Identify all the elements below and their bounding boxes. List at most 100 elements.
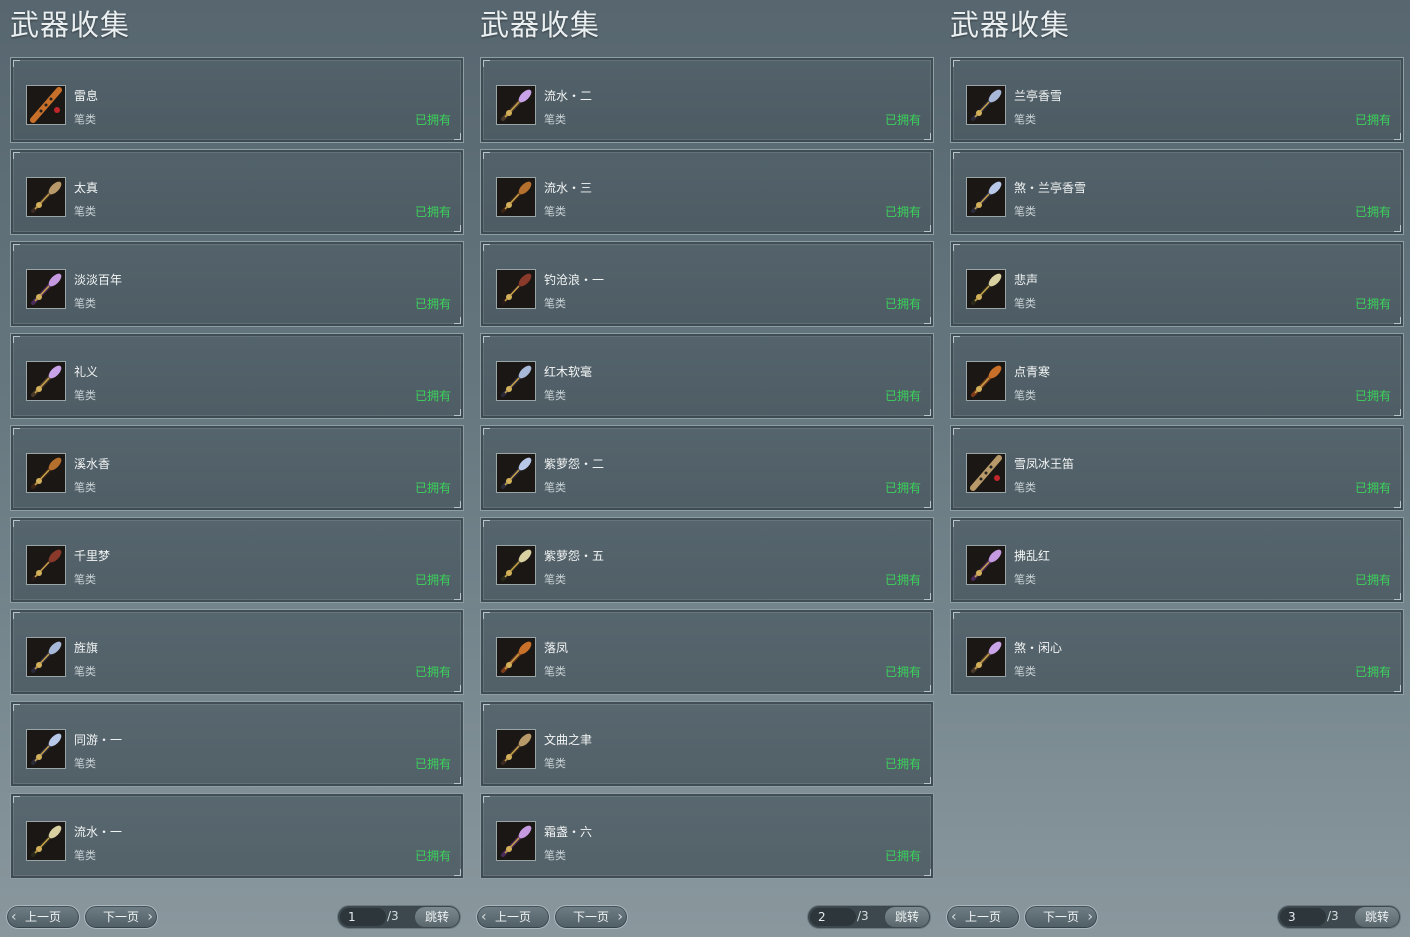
owned-status: 已拥有 bbox=[884, 297, 921, 311]
owned-status: 已拥有 bbox=[884, 481, 921, 495]
chevron-left-icon: ‹ bbox=[481, 909, 487, 925]
owned-status: 已拥有 bbox=[884, 757, 921, 771]
prev-page-button[interactable]: ‹ 上一页 bbox=[476, 905, 550, 929]
owned-status: 已拥有 bbox=[884, 113, 921, 127]
weapon-list-item[interactable]: 雷息 笔类 已拥有 bbox=[10, 57, 464, 143]
pager: ‹ 上一页 下一页 › 1 /3 跳转 bbox=[0, 905, 470, 931]
weapon-name: 霜盏・六 bbox=[544, 825, 593, 839]
owned-status: 已拥有 bbox=[1354, 665, 1391, 679]
weapon-name: 旌旗 bbox=[74, 641, 99, 655]
weapon-list-item[interactable]: 落凤 笔类 已拥有 bbox=[480, 609, 934, 695]
weapon-brush-icon bbox=[496, 269, 536, 309]
page-number-input[interactable]: 2 bbox=[810, 908, 856, 926]
next-page-button[interactable]: 下一页 › bbox=[1024, 905, 1098, 929]
weapon-brush-icon bbox=[496, 729, 536, 769]
weapon-list-item[interactable]: 霜盏・六 笔类 已拥有 bbox=[480, 793, 934, 879]
collection-panel: 武器收集 流水・二 笔类 已拥有 流水・三 笔类 已拥有 钓沧浪・一 笔类 已拥… bbox=[470, 0, 940, 937]
weapon-name: 淡淡百年 bbox=[74, 273, 123, 287]
weapon-name: 紫萝怨・二 bbox=[544, 457, 605, 471]
owned-status: 已拥有 bbox=[1354, 297, 1391, 311]
owned-status: 已拥有 bbox=[414, 481, 451, 495]
weapon-list: 流水・二 笔类 已拥有 流水・三 笔类 已拥有 钓沧浪・一 笔类 已拥有 红木软… bbox=[480, 57, 934, 885]
weapon-list-item[interactable]: 文曲之聿 笔类 已拥有 bbox=[480, 701, 934, 787]
prev-page-button[interactable]: ‹ 上一页 bbox=[6, 905, 80, 929]
weapon-brush-icon bbox=[966, 85, 1006, 125]
weapon-brush-icon bbox=[26, 361, 66, 401]
weapon-brush-icon bbox=[496, 453, 536, 493]
prev-page-label: 上一页 bbox=[24, 910, 61, 924]
weapon-list-item[interactable]: 淡淡百年 笔类 已拥有 bbox=[10, 241, 464, 327]
weapon-list-item[interactable]: 兰亭香雪 笔类 已拥有 bbox=[950, 57, 1404, 143]
weapon-name: 煞・兰亭香雪 bbox=[1014, 181, 1087, 195]
weapon-list-item[interactable]: 千里梦 笔类 已拥有 bbox=[10, 517, 464, 603]
pager: ‹ 上一页 下一页 › 2 /3 跳转 bbox=[470, 905, 940, 931]
collection-panel: 武器收集 雷息 笔类 已拥有 太真 笔类 已拥有 淡淡百年 笔类 已拥有 礼义 … bbox=[0, 0, 470, 937]
weapon-name: 煞・闲心 bbox=[1014, 641, 1063, 655]
weapon-list-item[interactable]: 旌旗 笔类 已拥有 bbox=[10, 609, 464, 695]
owned-status: 已拥有 bbox=[414, 665, 451, 679]
next-page-label: 下一页 bbox=[102, 910, 139, 924]
chevron-right-icon: › bbox=[147, 909, 153, 925]
page-total: /3 bbox=[1327, 909, 1339, 923]
prev-page-button[interactable]: ‹ 上一页 bbox=[946, 905, 1020, 929]
chevron-right-icon: › bbox=[1087, 909, 1093, 925]
owned-status: 已拥有 bbox=[1354, 113, 1391, 127]
weapon-brush-icon bbox=[966, 545, 1006, 585]
weapon-type: 笔类 bbox=[74, 849, 96, 862]
weapon-list-item[interactable]: 煞・闲心 笔类 已拥有 bbox=[950, 609, 1404, 695]
weapon-brush-icon bbox=[496, 177, 536, 217]
weapon-list-item[interactable]: 流水・三 笔类 已拥有 bbox=[480, 149, 934, 235]
panel-title: 武器收集 bbox=[480, 8, 601, 42]
weapon-type: 笔类 bbox=[544, 205, 566, 218]
weapon-list-item[interactable]: 太真 笔类 已拥有 bbox=[10, 149, 464, 235]
weapon-type: 笔类 bbox=[1014, 205, 1036, 218]
weapon-brush-icon bbox=[496, 85, 536, 125]
weapon-name: 雷息 bbox=[74, 89, 99, 103]
jump-button[interactable]: 跳转 bbox=[415, 907, 459, 927]
weapon-list-item[interactable]: 拂乱红 笔类 已拥有 bbox=[950, 517, 1404, 603]
weapon-type: 笔类 bbox=[74, 297, 96, 310]
weapon-name: 同游・一 bbox=[74, 733, 123, 747]
page-number-input[interactable]: 3 bbox=[1280, 908, 1326, 926]
weapon-name: 紫萝怨・五 bbox=[544, 549, 605, 563]
weapon-list-item[interactable]: 溪水香 笔类 已拥有 bbox=[10, 425, 464, 511]
weapon-type: 笔类 bbox=[544, 297, 566, 310]
weapon-type: 笔类 bbox=[74, 665, 96, 678]
page-jump-box: 3 /3 跳转 bbox=[1277, 905, 1401, 929]
next-page-button[interactable]: 下一页 › bbox=[84, 905, 158, 929]
jump-button[interactable]: 跳转 bbox=[1355, 907, 1399, 927]
weapon-flute-icon bbox=[26, 85, 66, 125]
chevron-left-icon: ‹ bbox=[951, 909, 957, 925]
weapon-type: 笔类 bbox=[74, 481, 96, 494]
weapon-type: 笔类 bbox=[544, 665, 566, 678]
weapon-type: 笔类 bbox=[1014, 665, 1036, 678]
weapon-list-item[interactable]: 紫萝怨・五 笔类 已拥有 bbox=[480, 517, 934, 603]
weapon-list-item[interactable]: 红木软毫 笔类 已拥有 bbox=[480, 333, 934, 419]
weapon-brush-icon bbox=[966, 269, 1006, 309]
weapon-list-item[interactable]: 紫萝怨・二 笔类 已拥有 bbox=[480, 425, 934, 511]
weapon-name: 点青寒 bbox=[1014, 365, 1051, 379]
weapon-brush-icon bbox=[966, 177, 1006, 217]
owned-status: 已拥有 bbox=[414, 757, 451, 771]
weapon-type: 笔类 bbox=[544, 113, 566, 126]
jump-button[interactable]: 跳转 bbox=[885, 907, 929, 927]
weapon-brush-icon bbox=[496, 821, 536, 861]
weapon-name: 兰亭香雪 bbox=[1014, 89, 1063, 103]
collection-panel: 武器收集 兰亭香雪 笔类 已拥有 煞・兰亭香雪 笔类 已拥有 悲声 笔类 已拥有… bbox=[940, 0, 1410, 937]
weapon-list-item[interactable]: 流水・二 笔类 已拥有 bbox=[480, 57, 934, 143]
next-page-button[interactable]: 下一页 › bbox=[554, 905, 628, 929]
weapon-list-item[interactable]: 雪凤冰王笛 笔类 已拥有 bbox=[950, 425, 1404, 511]
weapon-list-item[interactable]: 钓沧浪・一 笔类 已拥有 bbox=[480, 241, 934, 327]
weapon-list-item[interactable]: 流水・一 笔类 已拥有 bbox=[10, 793, 464, 879]
weapon-list-item[interactable]: 礼义 笔类 已拥有 bbox=[10, 333, 464, 419]
owned-status: 已拥有 bbox=[884, 573, 921, 587]
weapon-name: 礼义 bbox=[74, 365, 99, 379]
weapon-type: 笔类 bbox=[1014, 297, 1036, 310]
weapon-list-item[interactable]: 同游・一 笔类 已拥有 bbox=[10, 701, 464, 787]
weapon-name: 太真 bbox=[74, 181, 99, 195]
page-number-input[interactable]: 1 bbox=[340, 908, 386, 926]
weapon-list-item[interactable]: 悲声 笔类 已拥有 bbox=[950, 241, 1404, 327]
weapon-list-item[interactable]: 煞・兰亭香雪 笔类 已拥有 bbox=[950, 149, 1404, 235]
chevron-right-icon: › bbox=[617, 909, 623, 925]
weapon-list-item[interactable]: 点青寒 笔类 已拥有 bbox=[950, 333, 1404, 419]
